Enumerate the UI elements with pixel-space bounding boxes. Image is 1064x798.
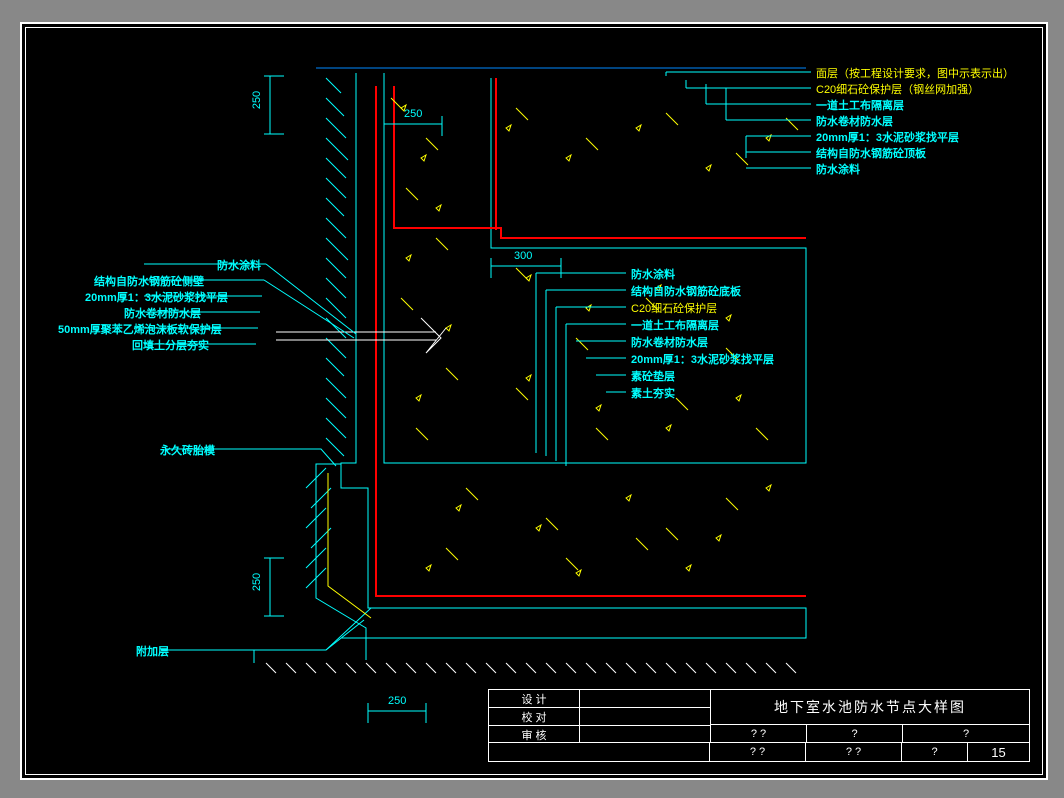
label-mr-0: 防水涂料 bbox=[631, 266, 675, 282]
label-mr-7: 素土夯实 bbox=[631, 385, 675, 401]
label-l-2: 20mm厚1：3水泥砂浆找平层 bbox=[85, 289, 228, 305]
tb-b1 bbox=[489, 743, 710, 761]
drawing-title: 地下室水池防水节点大样图 bbox=[774, 697, 966, 717]
tb-proofread-val bbox=[580, 708, 710, 725]
tb-b2: ? ? bbox=[710, 743, 806, 761]
tb-q1: ? ? bbox=[711, 725, 807, 742]
label-mr-4: 防水卷材防水层 bbox=[631, 334, 708, 350]
label-mr-5: 20mm厚1：3水泥砂浆找平层 bbox=[631, 351, 774, 367]
dim-250-inner: 250 bbox=[404, 108, 422, 120]
label-tr-0: 面层（按工程设计要求，图中示表示出） bbox=[816, 65, 1014, 81]
label-mr-1: 结构自防水钢筋砼底板 bbox=[631, 283, 741, 299]
label-l-5: 回填土分层夯实 bbox=[132, 337, 209, 353]
label-mr-3: 一道土工布隔离层 bbox=[631, 317, 719, 333]
dim-250-bottom-left: 250 bbox=[251, 573, 263, 591]
label-l-1: 结构自防水钢筋砼侧壁 bbox=[94, 273, 204, 289]
title-block: 设 计 校 对 审 核 地下室水池防水节点大样图 ? ? ? ? ? ? ? ?… bbox=[488, 689, 1030, 762]
dim-250-bottom: 250 bbox=[388, 695, 406, 707]
label-tr-2: 一道土工布隔离层 bbox=[816, 97, 904, 113]
label-tr-3: 防水卷材防水层 bbox=[816, 113, 893, 129]
label-additional-layer: 附加层 bbox=[136, 643, 169, 659]
drawing-frame-outer: 250 250 300 250 250 面层（按工程设计要求，图中示表示出） C… bbox=[20, 22, 1048, 780]
label-brick-formwork: 永久砖胎模 bbox=[160, 442, 215, 458]
tb-design-val bbox=[580, 690, 710, 707]
label-tr-6: 防水涂料 bbox=[816, 161, 860, 177]
drawing-frame-inner: 250 250 300 250 250 面层（按工程设计要求，图中示表示出） C… bbox=[25, 27, 1043, 775]
tb-review-label: 审 核 bbox=[489, 726, 579, 743]
dim-250-top-left: 250 bbox=[251, 91, 263, 109]
label-tr-4: 20mm厚1：3水泥砂浆找平层 bbox=[816, 129, 959, 145]
cad-drawing: 250 250 300 250 250 面层（按工程设计要求，图中示表示出） C… bbox=[26, 28, 1042, 774]
drawing-number: 15 bbox=[968, 743, 1029, 761]
label-l-4: 50mm厚聚苯乙烯泡沫板软保护层 bbox=[58, 321, 222, 337]
tb-review-val bbox=[580, 726, 710, 743]
dim-300: 300 bbox=[514, 250, 532, 262]
label-mr-6: 素砼垫层 bbox=[631, 368, 675, 384]
tb-proofread-label: 校 对 bbox=[489, 708, 579, 725]
page: 250 250 300 250 250 面层（按工程设计要求，图中示表示出） C… bbox=[0, 0, 1064, 798]
label-tr-5: 结构自防水钢筋砼顶板 bbox=[816, 145, 926, 161]
tb-b3: ? ? bbox=[806, 743, 902, 761]
tb-design-label: 设 计 bbox=[489, 690, 579, 707]
label-l-0: 防水涂料 bbox=[151, 257, 261, 273]
tb-b4: ? bbox=[902, 743, 968, 761]
label-mr-2: C20细石砼保护层 bbox=[631, 300, 717, 316]
label-l-3: 防水卷材防水层 bbox=[124, 305, 201, 321]
label-tr-1: C20细石砼保护层（钢丝网加强） bbox=[816, 81, 979, 97]
tb-q3: ? bbox=[903, 725, 1029, 742]
tb-q2: ? bbox=[807, 725, 903, 742]
